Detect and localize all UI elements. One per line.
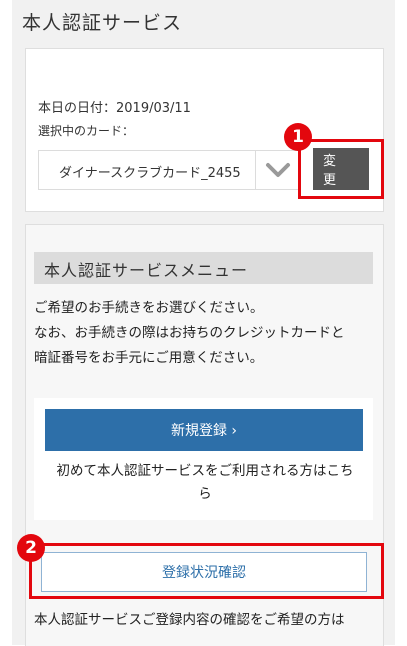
step-badge-1: 1 — [284, 123, 312, 151]
card-select-dropdown[interactable]: ダイナースクラブカード_2455 — [38, 150, 300, 190]
step-badge-2: 2 — [17, 534, 45, 562]
current-date: 本日の日付：2019/03/11 — [38, 101, 191, 116]
register-note-line: ら — [198, 486, 212, 502]
page-title: 本人認証サービス — [22, 12, 183, 34]
menu-heading: 本人認証サービスメニュー — [44, 261, 249, 280]
menu-heading-bar: 本人認証サービスメニュー — [34, 252, 373, 284]
card-select-value: ダイナースクラブカード_2455 — [59, 166, 241, 181]
chevron-down-icon[interactable] — [265, 159, 291, 181]
highlight-box-change — [298, 139, 384, 199]
register-note-line: 初めて本人認証サービスをご利用される方はこち — [56, 463, 354, 479]
new-registration-button[interactable]: 新規登録 › — [45, 409, 363, 451]
dropdown-divider — [255, 151, 256, 189]
status-description: 本人認証サービスご登録内容の確認をご希望の方は — [34, 612, 345, 628]
highlight-box-status — [29, 543, 384, 599]
selected-card-label: 選択中のカード： — [38, 124, 135, 138]
info-text-line: 暗証番号をお手元にご用意ください。 — [34, 350, 264, 366]
info-text-line: ご希望のお手続きをお選びください。 — [34, 300, 264, 316]
info-text-line: なお、お手続きの際はお持ちのクレジットカードと — [34, 325, 345, 341]
